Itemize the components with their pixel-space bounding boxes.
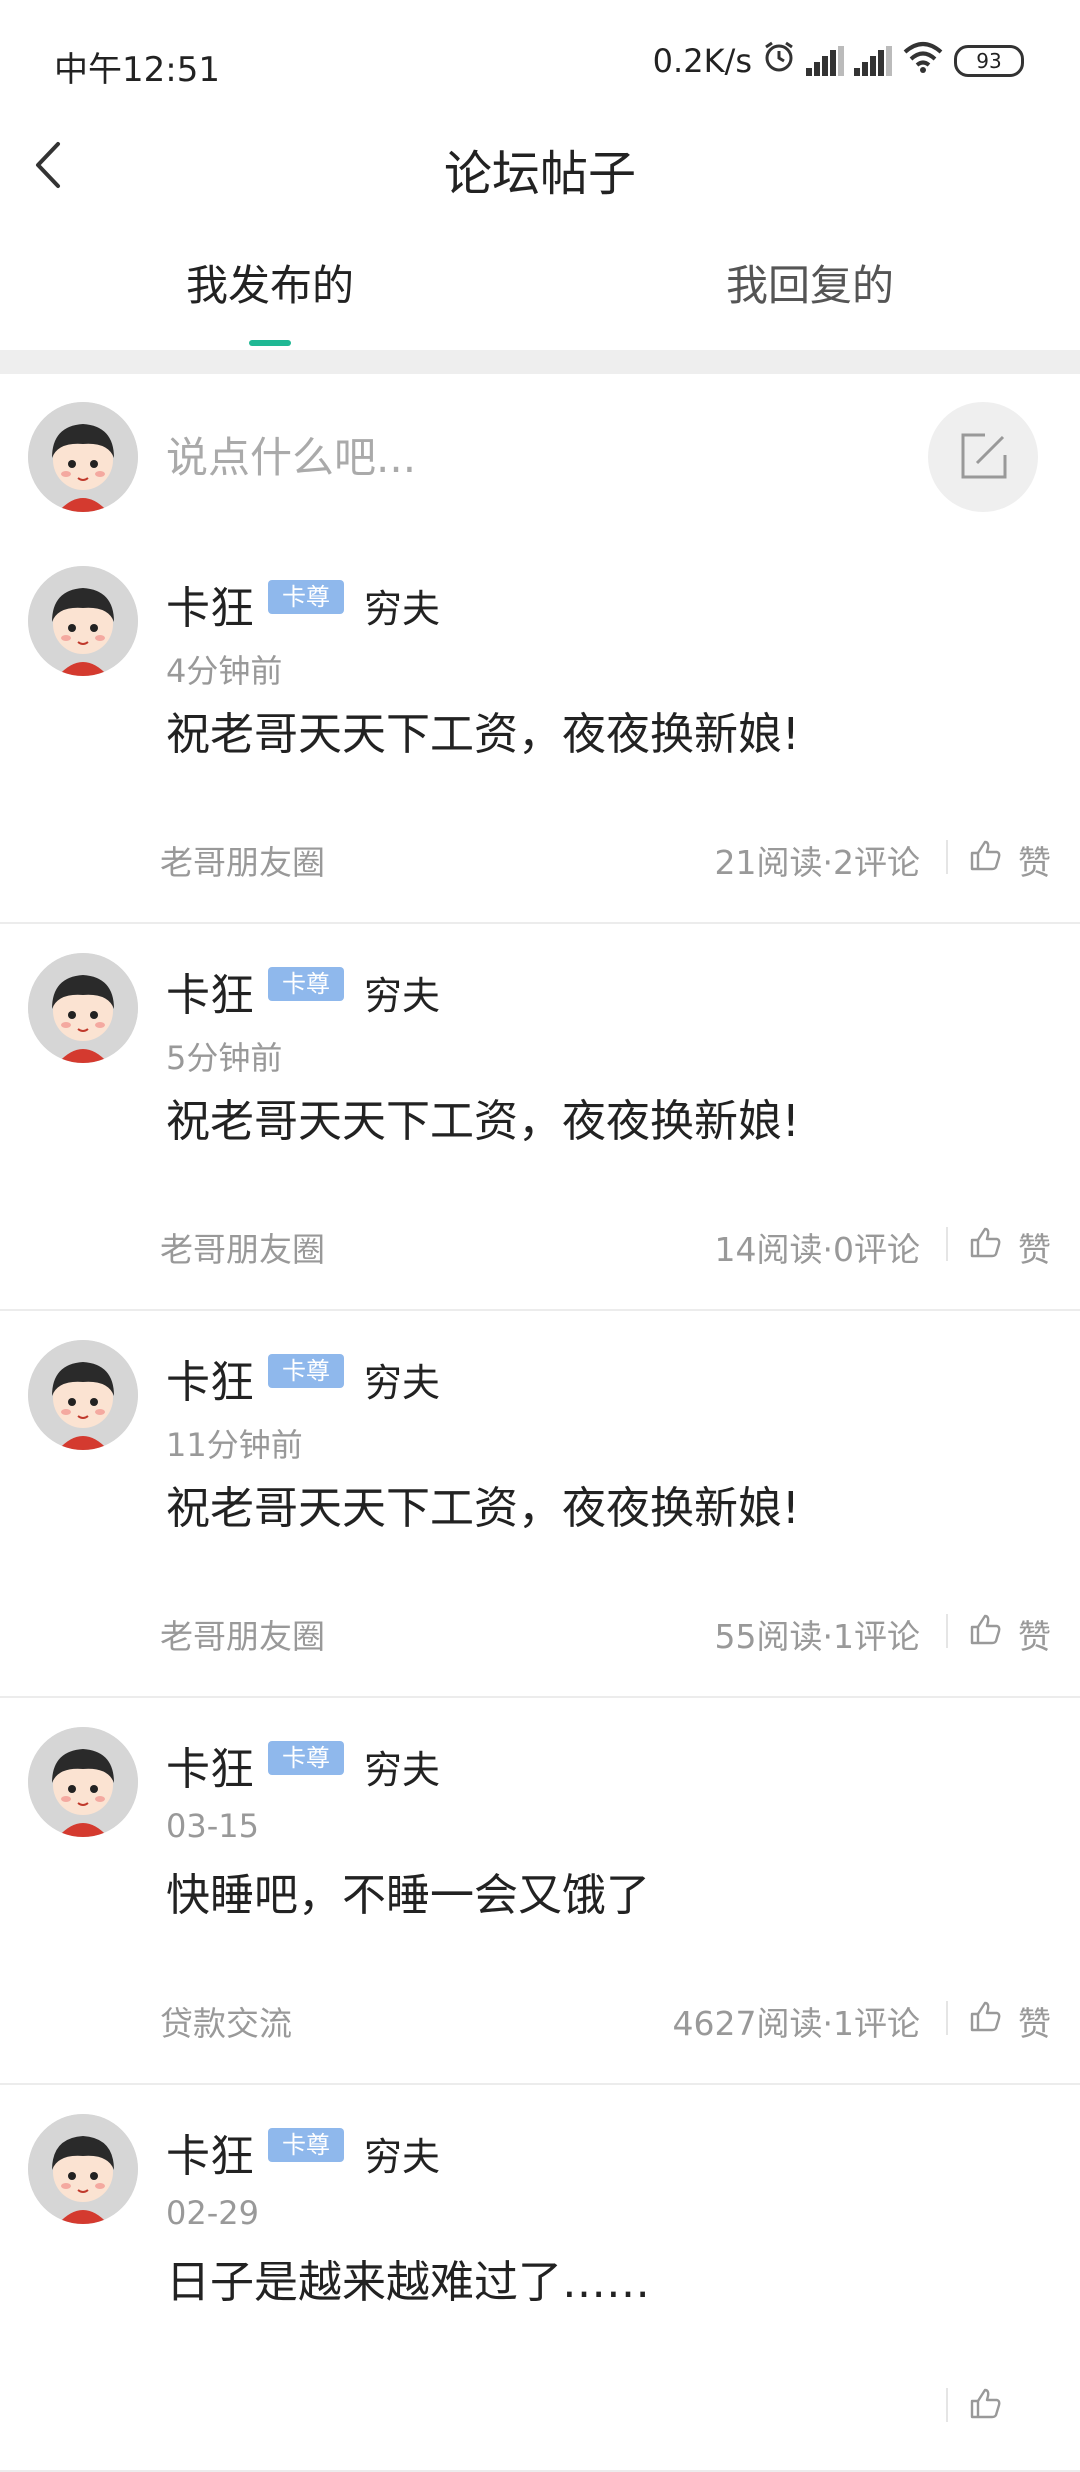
post-time: 5分钟前 bbox=[166, 1039, 283, 1077]
app-header: 论坛帖子 bbox=[0, 110, 1080, 220]
post-stats: 14阅读·0评论 bbox=[714, 1230, 920, 1269]
section-divider bbox=[0, 350, 1080, 374]
post-stats: 4627阅读·1评论 bbox=[672, 2004, 920, 2043]
like-button[interactable]: 赞 bbox=[1018, 836, 1051, 884]
rank-badge: 卡尊 bbox=[268, 2128, 344, 2162]
avatar[interactable] bbox=[28, 2114, 138, 2224]
rank-badge: 卡尊 bbox=[268, 1741, 344, 1775]
forum-tag[interactable]: 老哥朋友圈 bbox=[160, 1610, 325, 1658]
user-title: 穷夫 bbox=[364, 1748, 441, 1792]
forum-tag[interactable]: 老哥朋友圈 bbox=[160, 1223, 325, 1271]
post-item[interactable]: 卡狂 卡尊 穷夫 02-29 日子是越来越难过了…… bbox=[0, 2084, 1080, 2472]
stats-divider bbox=[946, 2001, 948, 2035]
stats-divider bbox=[946, 1227, 948, 1261]
network-speed: 0.2K/s bbox=[652, 42, 752, 80]
tab-my-replies[interactable]: 我回复的 bbox=[540, 252, 1080, 313]
forum-tag[interactable]: 老哥朋友圈 bbox=[160, 836, 325, 884]
post-time: 4分钟前 bbox=[166, 652, 283, 690]
like-button[interactable]: 赞 bbox=[1018, 1610, 1051, 1658]
like-button[interactable]: 赞 bbox=[1018, 1997, 1051, 2045]
user-title: 穷夫 bbox=[364, 1361, 441, 1405]
status-time: 中午12:51 bbox=[54, 50, 220, 90]
composer-input[interactable]: 说点什么吧... bbox=[166, 424, 416, 485]
user-title: 穷夫 bbox=[364, 974, 441, 1018]
signal-icon bbox=[806, 46, 844, 76]
avatar[interactable] bbox=[28, 566, 138, 676]
signal-icon bbox=[854, 46, 892, 76]
avatar[interactable] bbox=[28, 953, 138, 1063]
user-title: 穷夫 bbox=[364, 2135, 441, 2179]
avatar[interactable] bbox=[28, 402, 138, 512]
post-time: 02-29 bbox=[166, 2194, 259, 2232]
post-stats: 55阅读·1评论 bbox=[714, 1617, 920, 1656]
stats-divider bbox=[946, 1614, 948, 1648]
edit-icon bbox=[961, 433, 1007, 479]
battery-icon: 93 bbox=[954, 45, 1024, 77]
post-content[interactable]: 日子是越来越难过了…… bbox=[166, 2246, 650, 2310]
author-name[interactable]: 卡狂 bbox=[166, 572, 254, 636]
avatar[interactable] bbox=[28, 1340, 138, 1450]
tab-indicator bbox=[249, 340, 291, 346]
post-time: 03-15 bbox=[166, 1807, 259, 1845]
thumbs-up-icon[interactable] bbox=[968, 1999, 1002, 2033]
post-item[interactable]: 卡狂 卡尊 穷夫 5分钟前 祝老哥天天下工资，夜夜换新娘! 老哥朋友圈 14阅读… bbox=[0, 923, 1080, 1311]
status-icons: 0.2K/s 93 bbox=[653, 40, 1024, 82]
thumbs-up-icon[interactable] bbox=[968, 2386, 1002, 2420]
thumbs-up-icon[interactable] bbox=[968, 838, 1002, 872]
post-content[interactable]: 祝老哥天天下工资，夜夜换新娘! bbox=[166, 1085, 800, 1149]
rank-badge: 卡尊 bbox=[268, 967, 344, 1001]
thumbs-up-icon[interactable] bbox=[968, 1612, 1002, 1646]
post-content[interactable]: 祝老哥天天下工资，夜夜换新娘! bbox=[166, 698, 800, 762]
thumbs-up-icon[interactable] bbox=[968, 1225, 1002, 1259]
post-composer: 说点什么吧... bbox=[0, 374, 1080, 534]
post-item[interactable]: 卡狂 卡尊 穷夫 11分钟前 祝老哥天天下工资，夜夜换新娘! 老哥朋友圈 55阅… bbox=[0, 1310, 1080, 1698]
author-name[interactable]: 卡狂 bbox=[166, 1733, 254, 1797]
edit-button[interactable] bbox=[928, 402, 1038, 512]
user-title: 穷夫 bbox=[364, 587, 441, 631]
tab-my-posts[interactable]: 我发布的 bbox=[0, 252, 540, 313]
post-time: 11分钟前 bbox=[166, 1426, 303, 1464]
status-bar: 中午12:51 0.2K/s 93 bbox=[0, 0, 1080, 110]
author-name[interactable]: 卡狂 bbox=[166, 2120, 254, 2184]
post-item[interactable]: 卡狂 卡尊 穷夫 03-15 快睡吧，不睡一会又饿了 贷款交流 4627阅读·1… bbox=[0, 1697, 1080, 2085]
post-stats: 21阅读·2评论 bbox=[714, 843, 920, 882]
tab-bar: 我发布的 我回复的 bbox=[0, 230, 1080, 350]
forum-tag[interactable]: 贷款交流 bbox=[160, 1997, 292, 2045]
page-title: 论坛帖子 bbox=[443, 146, 636, 202]
post-item[interactable]: 卡狂 卡尊 穷夫 4分钟前 祝老哥天天下工资，夜夜换新娘! 老哥朋友圈 21阅读… bbox=[0, 536, 1080, 924]
like-button[interactable]: 赞 bbox=[1018, 1223, 1051, 1271]
avatar[interactable] bbox=[28, 1727, 138, 1837]
rank-badge: 卡尊 bbox=[268, 1354, 344, 1388]
alarm-icon bbox=[762, 40, 796, 82]
stats-divider bbox=[946, 840, 948, 874]
post-content[interactable]: 祝老哥天天下工资，夜夜换新娘! bbox=[166, 1472, 800, 1536]
rank-badge: 卡尊 bbox=[268, 580, 344, 614]
author-name[interactable]: 卡狂 bbox=[166, 1346, 254, 1410]
wifi-icon bbox=[902, 40, 944, 82]
author-name[interactable]: 卡狂 bbox=[166, 959, 254, 1023]
stats-divider bbox=[946, 2388, 948, 2422]
post-content[interactable]: 快睡吧，不睡一会又饿了 bbox=[166, 1859, 650, 1923]
